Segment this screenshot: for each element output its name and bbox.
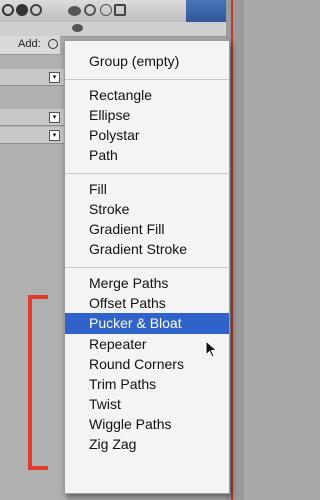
audio-icon[interactable] [84,4,96,16]
property-row: ▾ [0,127,66,144]
menu-item-rectangle[interactable]: Rectangle [65,85,229,106]
add-dropdown-menu: Group (empty) Rectangle Ellipse Polystar… [64,40,230,494]
menu-item-group[interactable]: Group (empty) [65,51,229,72]
menu-item-zig-zag[interactable]: Zig Zag [65,434,229,455]
property-row: ▾ [0,69,66,86]
layer-strip [0,22,244,37]
menu-item-gradient-stroke[interactable]: Gradient Stroke [65,239,229,260]
dropdown-arrow-icon[interactable]: ▾ [49,72,60,83]
solo-icon[interactable] [2,4,14,16]
current-time-indicator [231,0,233,500]
menu-item-fill[interactable]: Fill [65,179,229,200]
menu-item-offset-paths[interactable]: Offset Paths [65,293,229,314]
solo-circle-icon[interactable] [100,4,112,16]
lock-icon[interactable] [114,4,126,16]
mouse-cursor-icon [205,340,218,358]
dropdown-arrow-icon[interactable]: ▾ [49,112,60,123]
effect-icon[interactable] [30,4,42,16]
annotation-bracket [28,295,48,470]
eye-icon[interactable] [72,24,83,32]
add-row: Add: [0,36,60,55]
menu-item-merge-paths[interactable]: Merge Paths [65,273,229,294]
menu-item-gradient-fill[interactable]: Gradient Fill [65,219,229,240]
menu-item-trim-paths[interactable]: Trim Paths [65,374,229,395]
menu-item-stroke[interactable]: Stroke [65,199,229,220]
add-menu-icon[interactable] [48,39,58,49]
eye-icon[interactable] [68,6,81,16]
menu-separator [65,267,229,268]
add-label: Add: [18,38,41,50]
menu-item-polystar[interactable]: Polystar [65,125,229,146]
menu-item-twist[interactable]: Twist [65,394,229,415]
quality-icon[interactable] [16,4,28,16]
menu-item-wiggle-paths[interactable]: Wiggle Paths [65,414,229,435]
menu-item-path[interactable]: Path [65,145,229,166]
dropdown-arrow-icon[interactable]: ▾ [49,130,60,141]
menu-separator [65,173,229,174]
menu-item-pucker-bloat[interactable]: Pucker & Bloat [65,313,229,334]
menu-item-ellipse[interactable]: Ellipse [65,105,229,126]
menu-separator [65,79,229,80]
property-row: ▾ [0,109,66,126]
